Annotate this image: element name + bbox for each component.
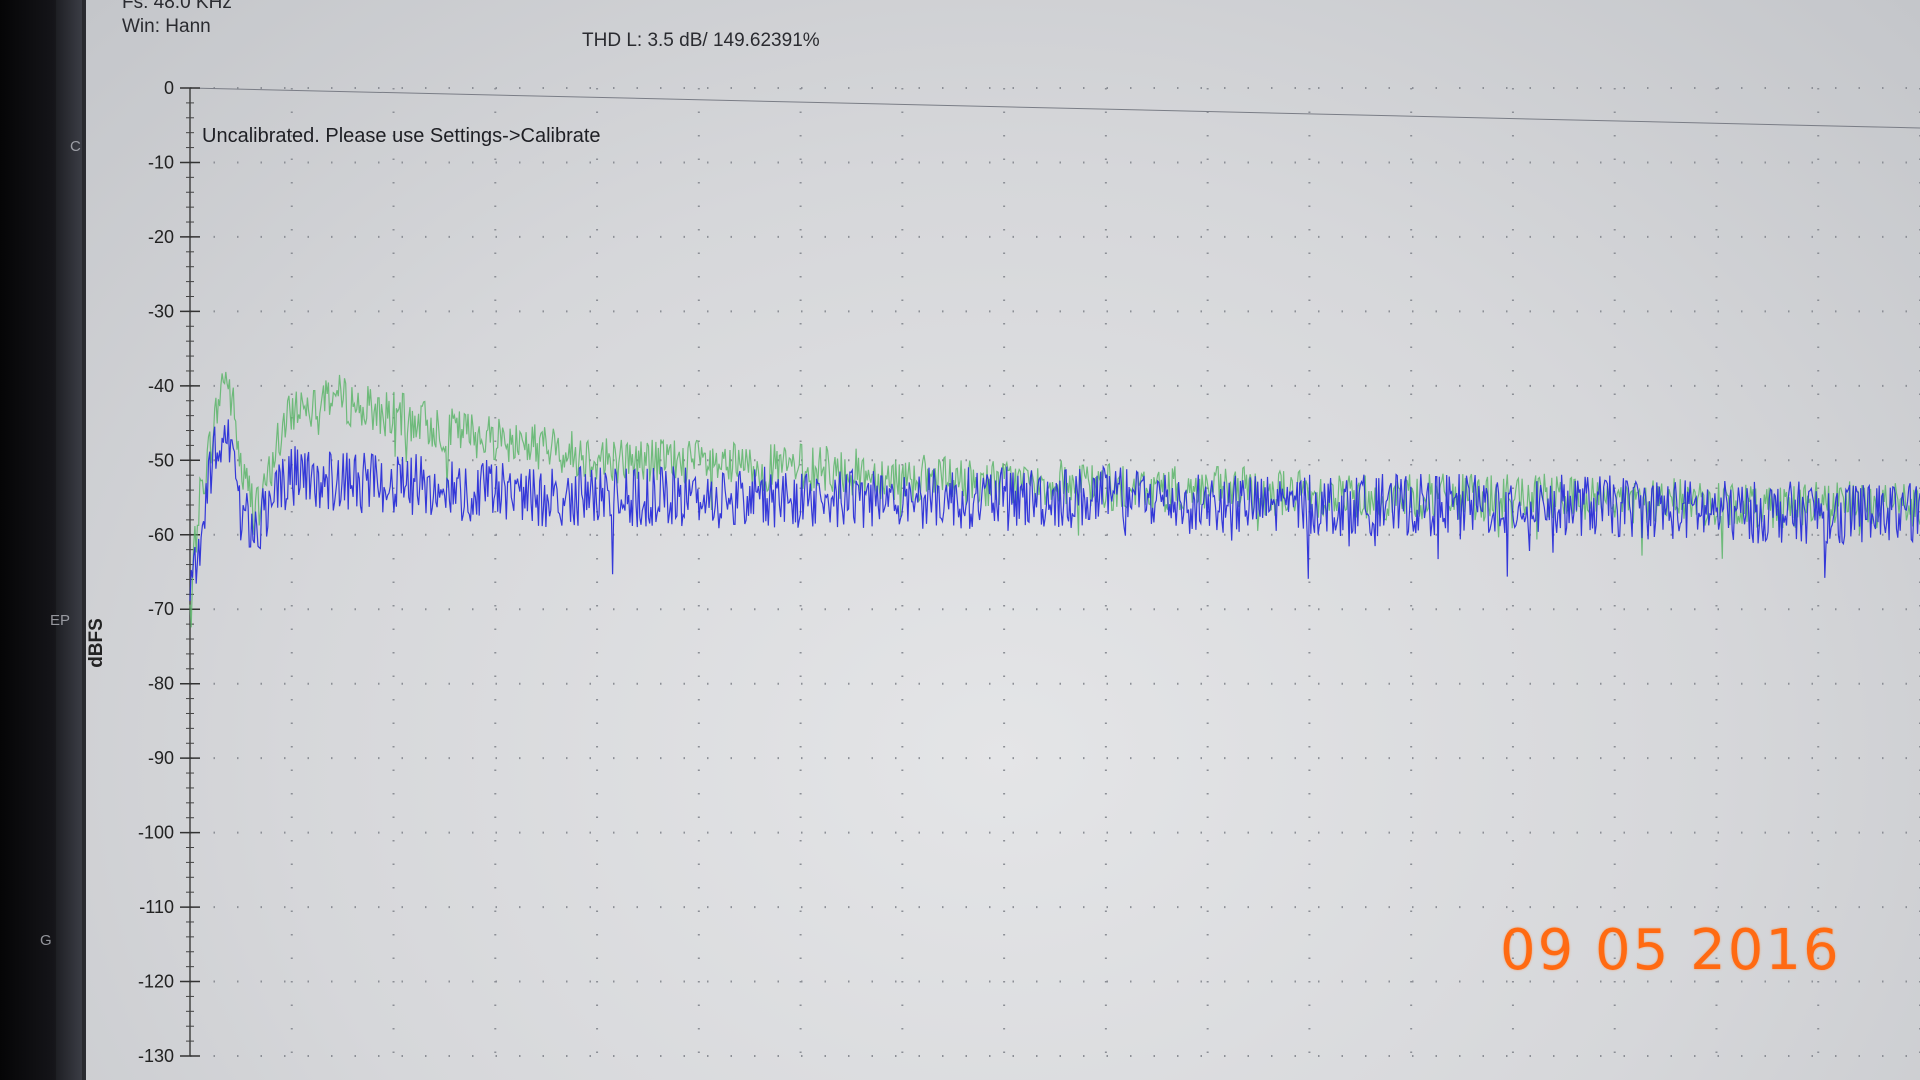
bezel-label-c: C bbox=[70, 138, 81, 155]
y-tick-label: -50 bbox=[148, 450, 174, 470]
monitor-bezel: C EP G bbox=[0, 0, 86, 1080]
y-tick-label: -120 bbox=[138, 972, 174, 992]
y-tick-label: 0 bbox=[164, 78, 174, 98]
calibration-warning: Uncalibrated. Please use Settings->Calib… bbox=[202, 125, 601, 147]
y-tick-label: -60 bbox=[148, 525, 174, 545]
y-axis-label: dBFS bbox=[86, 618, 107, 668]
series-line-2 bbox=[189, 419, 1920, 601]
bezel-label-g: G bbox=[40, 932, 52, 949]
y-tick-label: -110 bbox=[139, 897, 174, 917]
y-tick-label: -90 bbox=[148, 748, 174, 768]
chart-series bbox=[189, 370, 1920, 628]
y-tick-label: -70 bbox=[148, 599, 174, 619]
top-border-line bbox=[189, 87, 1920, 129]
chart-grid bbox=[190, 87, 1920, 1057]
y-tick-label: -80 bbox=[148, 674, 174, 694]
y-tick-label: -130 bbox=[138, 1046, 174, 1066]
y-tick-label: -100 bbox=[138, 823, 174, 843]
bezel-label-ep: EP bbox=[50, 612, 71, 629]
y-tick-label: -30 bbox=[148, 301, 174, 321]
date-stamp: 09 05 2016 bbox=[1500, 918, 1841, 983]
y-tick-label: -20 bbox=[148, 227, 174, 247]
bezel-edge bbox=[56, 0, 82, 1080]
y-tick-label: -40 bbox=[148, 376, 174, 396]
y-tick-label: -10 bbox=[148, 152, 174, 172]
